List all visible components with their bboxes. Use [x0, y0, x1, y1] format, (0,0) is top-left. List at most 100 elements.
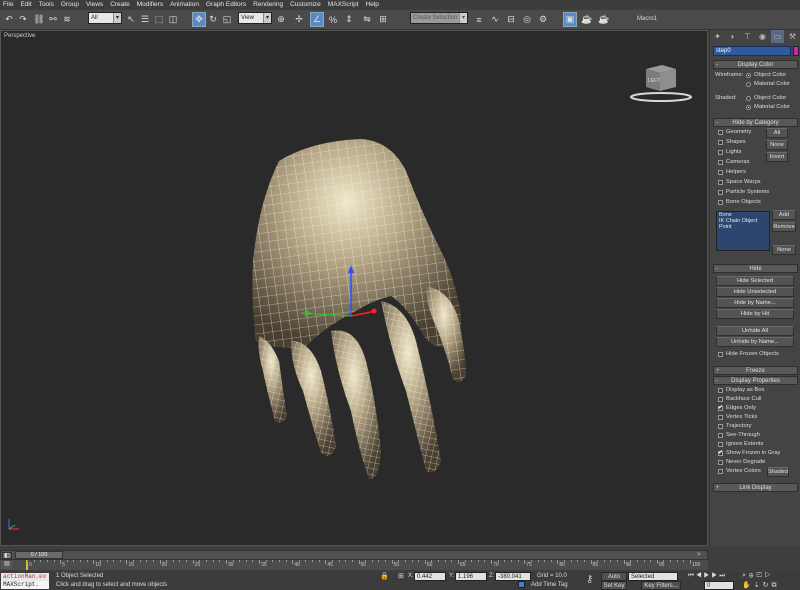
schematic-icon[interactable]: ⊟: [504, 12, 518, 27]
maxscript-input-line[interactable]: MAXScript.: [1, 581, 49, 589]
ref-coord-dropdown[interactable]: View ▾: [238, 12, 272, 24]
select-icon[interactable]: ↖: [124, 12, 138, 27]
category-helpers-checkbox[interactable]: [718, 170, 723, 175]
display-as-box-checkbox[interactable]: [718, 388, 723, 393]
menu-animation[interactable]: Animation: [170, 0, 199, 10]
rollout-display-properties[interactable]: - Display Properties: [713, 376, 798, 385]
menu-rendering[interactable]: Rendering: [253, 0, 283, 10]
rollout-hide[interactable]: - Hide: [713, 264, 798, 273]
layers-icon[interactable]: ≡: [472, 12, 486, 27]
mirror-icon[interactable]: ⇋: [360, 12, 374, 27]
z-coordinate-field[interactable]: -380.041: [495, 572, 531, 581]
category-cameras-checkbox[interactable]: [718, 160, 723, 165]
unhide-all-button[interactable]: Unhide All: [716, 326, 794, 336]
scale-icon[interactable]: ◱: [220, 12, 234, 27]
teapot-icon[interactable]: ☕: [597, 12, 611, 27]
angle-snap-icon[interactable]: ∠: [310, 12, 324, 27]
x-coordinate-field[interactable]: 0.442: [414, 572, 446, 581]
track-bar-menu-icon[interactable]: ▤: [1, 561, 13, 569]
rollout-link-display[interactable]: + Link Display: [713, 483, 798, 492]
modify-tab-icon[interactable]: ◗: [726, 30, 739, 43]
utilities-tab-icon[interactable]: ⚒: [786, 30, 799, 43]
category-add-button[interactable]: Add: [772, 210, 796, 220]
spinner-snap-icon[interactable]: ⇕: [342, 12, 356, 27]
select-by-name-icon[interactable]: ☰: [138, 12, 152, 27]
render-setup-icon[interactable]: ⚙: [536, 12, 550, 27]
zoom-extents-icon[interactable]: ◰: [757, 572, 765, 579]
menu-edit[interactable]: Edit: [20, 0, 31, 10]
menu-maxscript[interactable]: MAXScript: [328, 0, 359, 10]
track-bar[interactable]: ▤ 0 5 10 15 20 25 30 35 40 45 50 55 60 65 70 75 80 85 90 95…: [0, 560, 708, 570]
rotate-icon[interactable]: ↻: [206, 12, 220, 27]
shaded-button[interactable]: Shaded: [767, 467, 789, 477]
set-key-button[interactable]: Set Key: [601, 581, 627, 590]
material-editor-icon[interactable]: ◎: [520, 12, 534, 27]
unlink-icon[interactable]: ⚯: [46, 12, 60, 27]
lock-icon[interactable]: 🔒: [380, 572, 389, 580]
bind-icon[interactable]: ≋: [60, 12, 74, 27]
category-particle-systems-checkbox[interactable]: [718, 190, 723, 195]
hide-frozen-checkbox[interactable]: [718, 352, 723, 357]
menu-group[interactable]: Group: [61, 0, 79, 10]
shaded-material-color-radio[interactable]: [746, 105, 751, 110]
shaded-object-color-radio[interactable]: [746, 96, 751, 101]
trajectory-checkbox[interactable]: [718, 424, 723, 429]
category-none-button[interactable]: None: [766, 140, 788, 150]
backface-cull-checkbox[interactable]: [718, 397, 723, 402]
see-through-checkbox[interactable]: [718, 433, 723, 438]
link-icon[interactable]: ⛓: [32, 12, 46, 27]
menu-help[interactable]: Help: [366, 0, 379, 10]
key-icon[interactable]: ⚷: [586, 574, 593, 585]
named-selection-dropdown[interactable]: Create Selection Se ▾: [410, 12, 468, 24]
undo-icon[interactable]: ↶: [2, 12, 16, 27]
snap-icon[interactable]: ✢: [292, 12, 306, 27]
previous-frame-icon[interactable]: ◀: [696, 572, 704, 579]
show-frozen-gray-checkbox[interactable]: [718, 449, 723, 456]
percent-snap-icon[interactable]: %: [326, 12, 340, 27]
category-invert-button[interactable]: Invert: [766, 152, 788, 162]
slider-next-icon[interactable]: >: [697, 552, 701, 558]
fov-icon[interactable]: ▷: [765, 572, 774, 579]
maximize-icon[interactable]: ⧉: [771, 582, 779, 589]
go-to-end-icon[interactable]: ⏭: [719, 572, 727, 579]
create-tab-icon[interactable]: ✦: [711, 30, 724, 43]
unhide-by-name-button[interactable]: Unhide by Name...: [716, 337, 794, 347]
selection-filter-dropdown[interactable]: All ▾: [88, 12, 122, 24]
hide-selected-button[interactable]: Hide Selected: [716, 276, 794, 286]
time-slider-thumb[interactable]: 0 / 100: [15, 551, 63, 559]
pan-icon[interactable]: ✋: [742, 582, 754, 589]
category-list[interactable]: Bone IK Chain Object Point: [716, 211, 770, 251]
hand-mesh[interactable]: [231, 101, 491, 491]
render-frame-icon[interactable]: ▣: [563, 12, 577, 27]
menu-views[interactable]: Views: [86, 0, 103, 10]
category-lights-checkbox[interactable]: [718, 150, 723, 155]
object-color-swatch[interactable]: [793, 46, 799, 56]
time-tag-icon[interactable]: [518, 581, 525, 588]
vertex-colors-checkbox[interactable]: [718, 469, 723, 474]
viewcube[interactable]: LEFT: [626, 61, 696, 103]
move-icon[interactable]: ✥: [192, 12, 206, 27]
zoom-all-icon[interactable]: ⊕: [749, 572, 757, 579]
vertex-ticks-checkbox[interactable]: [718, 415, 723, 420]
menu-graph-editors[interactable]: Graph Editors: [206, 0, 246, 10]
display-tab-icon[interactable]: ▭: [771, 30, 784, 43]
hide-by-name-button[interactable]: Hide by Name...: [716, 298, 794, 308]
object-name-field[interactable]: step0: [713, 46, 791, 56]
wireframe-material-color-radio[interactable]: [746, 82, 751, 87]
category-all-button[interactable]: All: [766, 128, 788, 138]
viewport-label[interactable]: Perspective: [4, 33, 35, 39]
hierarchy-tab-icon[interactable]: ⊤: [741, 30, 754, 43]
list-item[interactable]: Point: [717, 224, 769, 230]
align-icon[interactable]: ⊞: [376, 12, 390, 27]
category-geometry-checkbox[interactable]: [718, 130, 723, 135]
render-icon[interactable]: ☕: [580, 12, 594, 27]
rollout-display-color[interactable]: - Display Color: [713, 60, 798, 69]
add-time-tag-button[interactable]: Add Time Tag: [531, 582, 568, 588]
menu-file[interactable]: File: [3, 0, 13, 10]
menu-customize[interactable]: Customize: [290, 0, 321, 10]
timeline-toggle-icon[interactable]: ◧: [2, 552, 12, 559]
category-remove-button[interactable]: Remove: [772, 222, 796, 232]
hide-by-hit-button[interactable]: Hide by Hit: [716, 309, 794, 319]
time-slider[interactable]: ◧ 0 / 100 >: [0, 550, 708, 560]
never-degrade-checkbox[interactable]: [718, 460, 723, 465]
